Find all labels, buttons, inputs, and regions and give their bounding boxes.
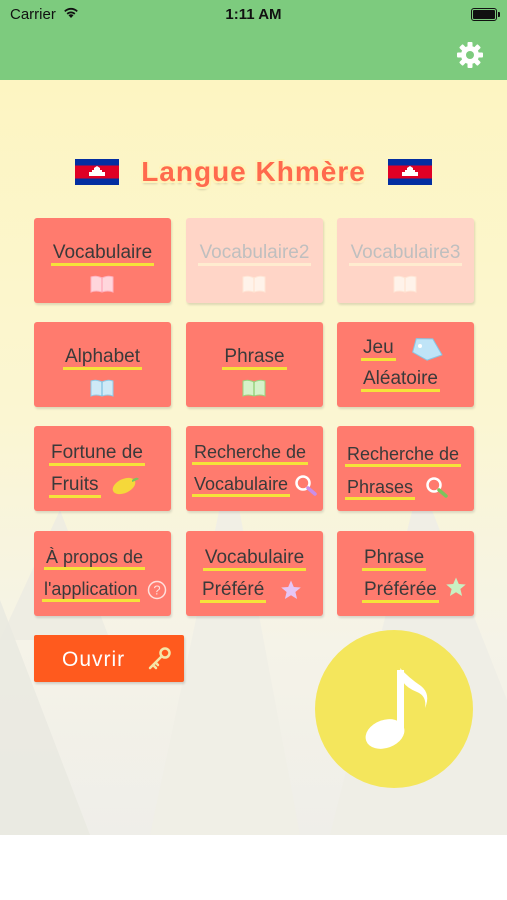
status-bar: Carrier 1:11 AM bbox=[0, 0, 507, 30]
cambodia-flag-icon bbox=[388, 159, 432, 185]
book-icon bbox=[393, 275, 417, 293]
tag-icon bbox=[412, 338, 443, 361]
mango-icon bbox=[112, 477, 139, 495]
open-button-label: Ouvrir bbox=[62, 648, 126, 671]
svg-text:?: ? bbox=[153, 583, 160, 598]
tile-vocabulaire2: Vocabulaire2 bbox=[186, 218, 323, 303]
tile-vocabulaire[interactable]: Vocabulaire bbox=[34, 218, 171, 303]
tile-label: Vocabulaire bbox=[202, 547, 307, 571]
tile-a-propos[interactable]: À propos de l'application ? bbox=[34, 531, 171, 616]
tile-label: Préférée bbox=[362, 579, 439, 603]
tile-recherche-phrases[interactable]: Recherche de Phrases bbox=[337, 426, 474, 511]
book-icon bbox=[242, 379, 266, 397]
book-icon bbox=[90, 379, 114, 397]
tile-label: Vocabulaire bbox=[192, 474, 291, 497]
star-icon bbox=[281, 580, 301, 599]
tile-vocabulaire-prefere[interactable]: Vocabulaire Préféré bbox=[186, 531, 323, 616]
tile-label: Phrase bbox=[362, 547, 427, 571]
tile-label: Préféré bbox=[200, 579, 267, 603]
tile-fortune-de-fruits[interactable]: Fortune de Fruits bbox=[34, 426, 171, 511]
tile-label: Alphabet bbox=[62, 346, 142, 370]
tile-label: Fruits bbox=[49, 474, 101, 498]
battery-icon bbox=[471, 8, 500, 21]
tile-label: Vocabulaire bbox=[50, 242, 155, 266]
tile-phrase-preferee[interactable]: Phrase Préférée bbox=[337, 531, 474, 616]
tile-label: Jeu bbox=[361, 337, 396, 361]
open-button[interactable]: Ouvrir bbox=[34, 635, 184, 682]
tile-label: Aléatoire bbox=[361, 368, 440, 392]
tile-label: Phrases bbox=[345, 477, 416, 500]
tile-recherche-vocabulaire[interactable]: Recherche de Vocabulaire bbox=[186, 426, 323, 511]
clock: 1:11 AM bbox=[225, 6, 282, 23]
tile-label: Recherche de bbox=[192, 442, 309, 465]
tile-label: À propos de bbox=[44, 547, 146, 570]
search-icon bbox=[426, 477, 448, 498]
help-icon: ? bbox=[147, 580, 167, 600]
book-icon bbox=[90, 275, 114, 293]
bottom-area bbox=[0, 835, 507, 900]
tile-label: Vocabulaire2 bbox=[197, 242, 312, 266]
tile-label: Vocabulaire3 bbox=[348, 242, 463, 266]
tile-phrase[interactable]: Phrase bbox=[186, 322, 323, 407]
search-icon bbox=[295, 475, 317, 496]
navigation-bar bbox=[0, 30, 507, 80]
tile-label: Fortune de bbox=[49, 442, 145, 466]
music-note-icon bbox=[365, 668, 428, 749]
music-button[interactable] bbox=[315, 630, 473, 788]
tile-label: l'application bbox=[42, 579, 140, 602]
tile-jeu-aleatoire[interactable]: Jeu Aléatoire bbox=[337, 322, 474, 407]
book-icon bbox=[242, 275, 266, 293]
tile-label: Phrase bbox=[222, 346, 287, 370]
tile-alphabet[interactable]: Alphabet bbox=[34, 322, 171, 407]
star-icon bbox=[446, 577, 466, 596]
gear-icon[interactable] bbox=[455, 40, 485, 70]
tile-vocabulaire3: Vocabulaire3 bbox=[337, 218, 474, 303]
app-title: Langue Khmère bbox=[141, 156, 366, 187]
tile-label: Recherche de bbox=[345, 444, 462, 467]
key-icon bbox=[148, 647, 171, 670]
cambodia-flag-icon bbox=[75, 159, 119, 185]
